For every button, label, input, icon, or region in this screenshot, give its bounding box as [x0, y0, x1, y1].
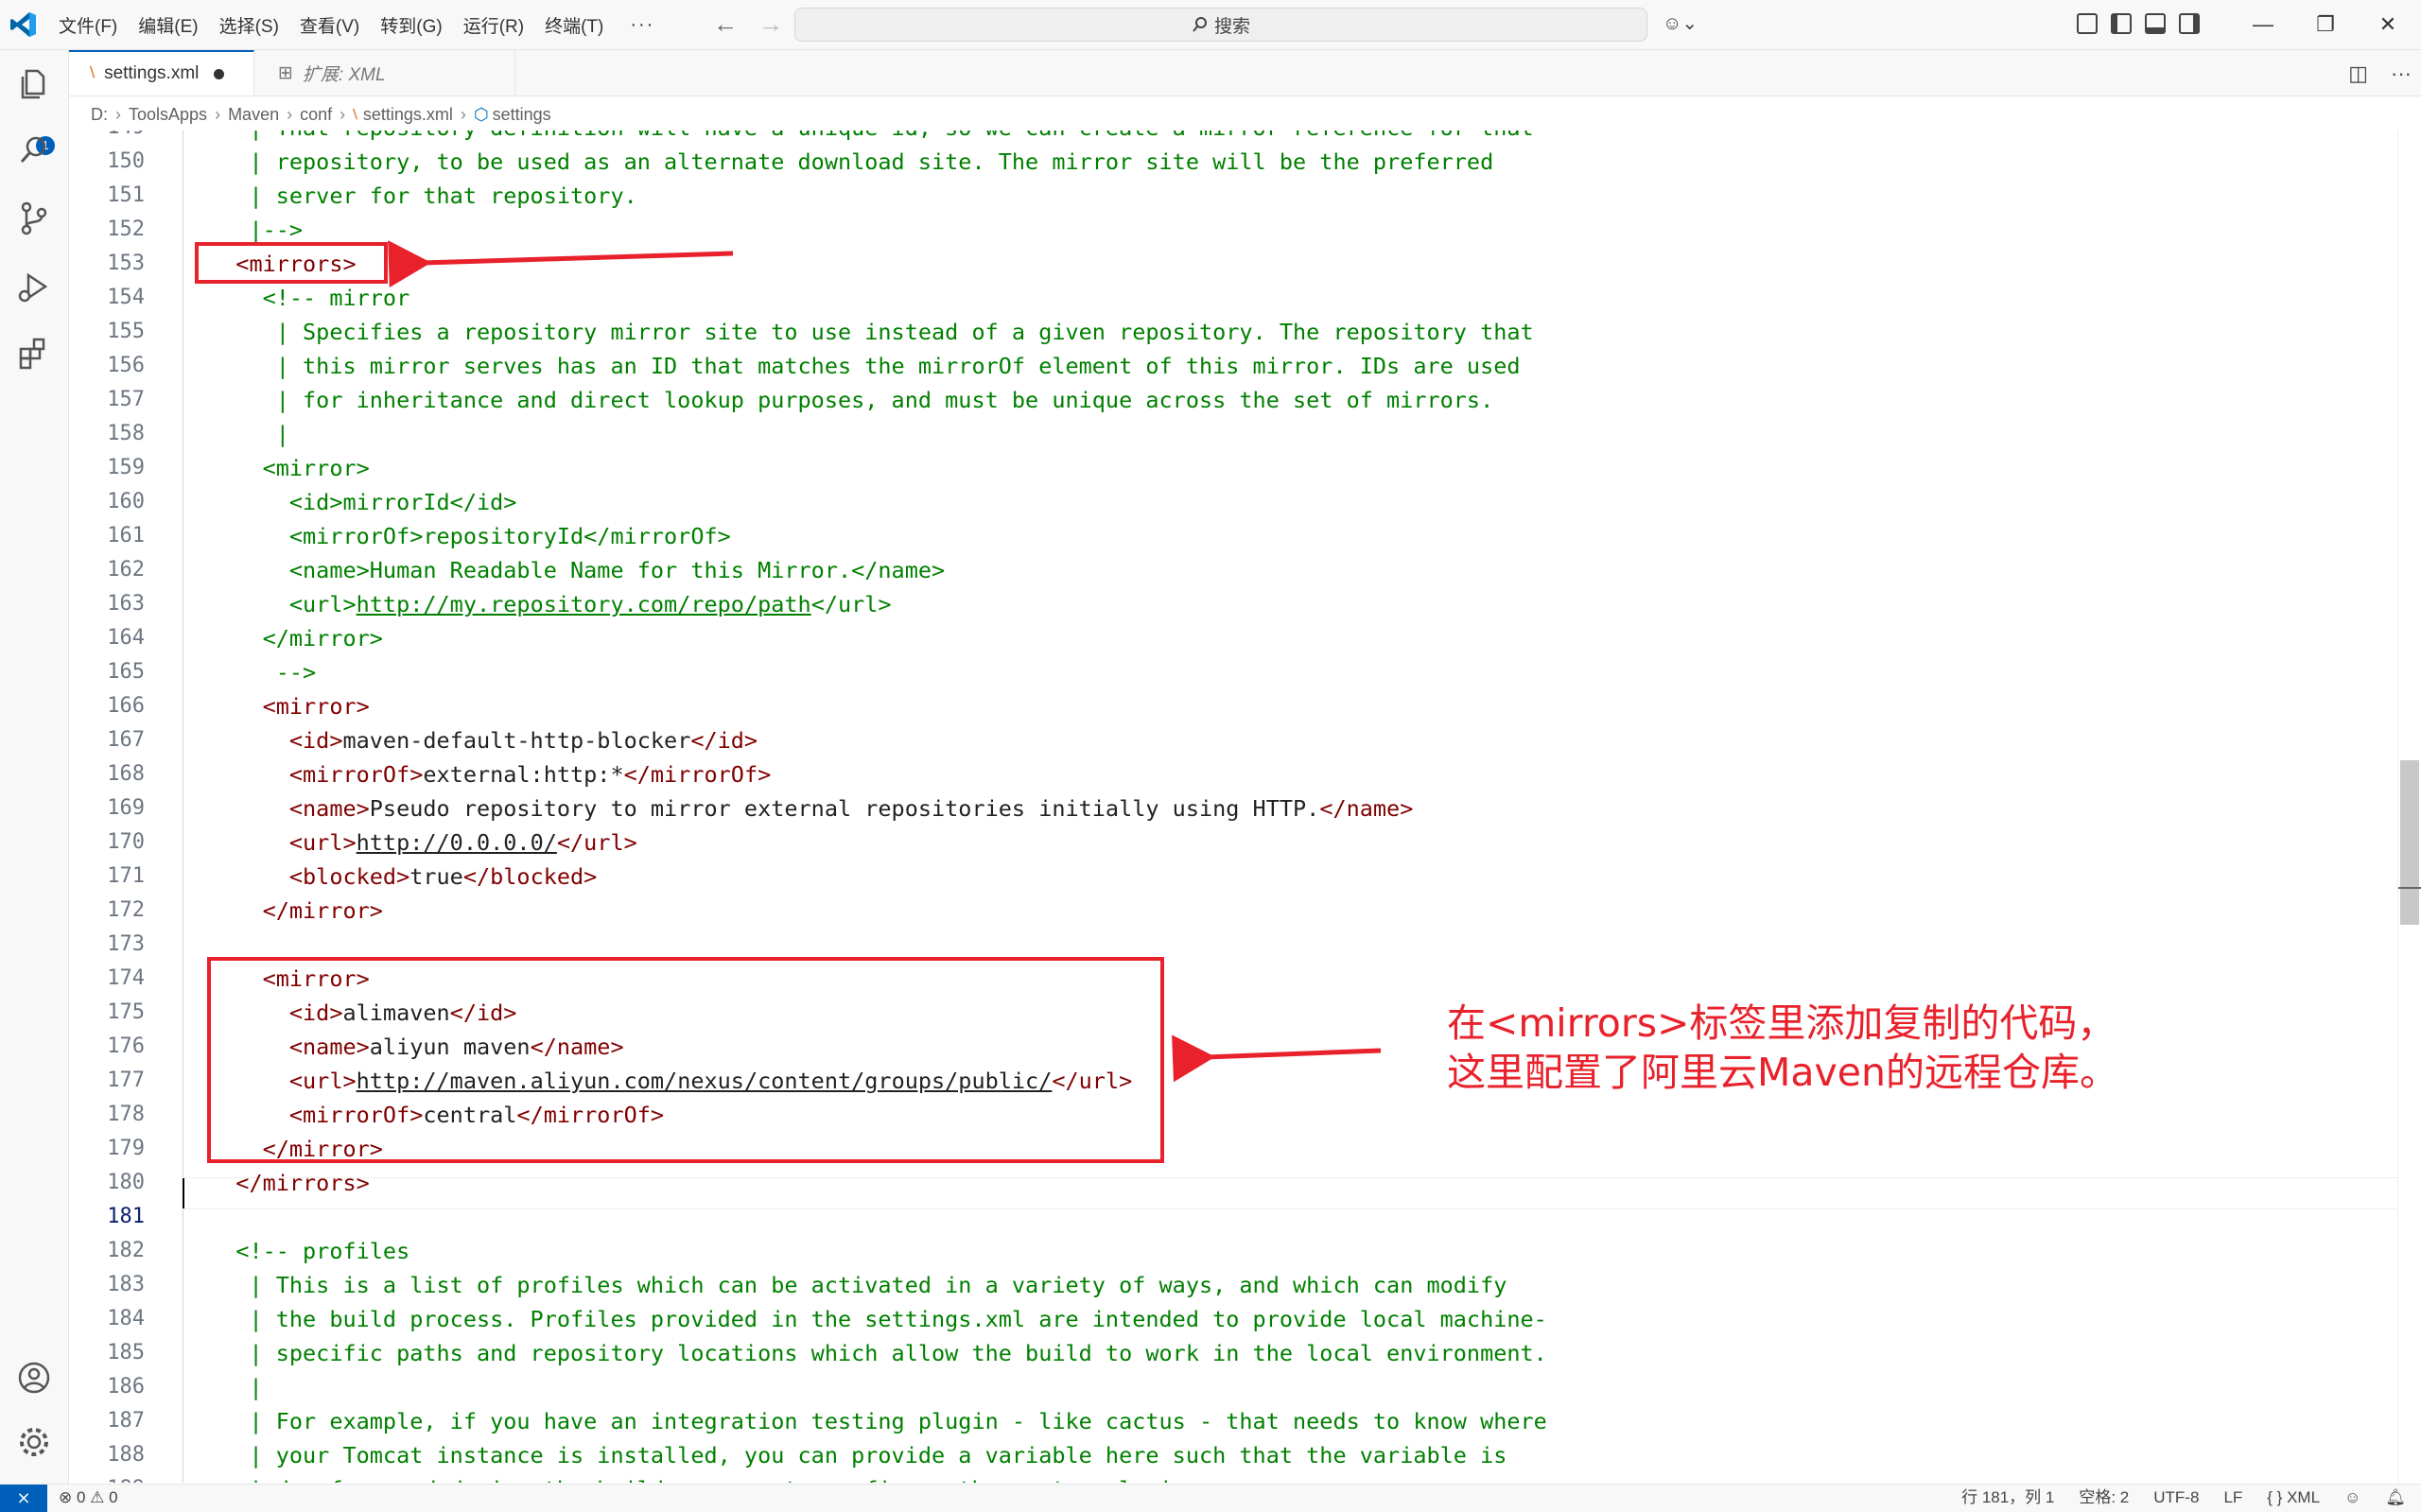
cursor-position[interactable]: 行 181，列 1: [1961, 1485, 2054, 1511]
line-ending[interactable]: LF: [2223, 1485, 2242, 1511]
remote-indicator-icon[interactable]: ⨯: [0, 1485, 47, 1512]
encoding[interactable]: UTF-8: [2153, 1485, 2199, 1511]
language-mode[interactable]: { } XML: [2267, 1485, 2320, 1511]
annotation-line-1: 在<mirrors>标签里添加复制的代码，: [1447, 1000, 2116, 1046]
annotation-line-2: 这里配置了阿里云Maven的远程仓库。: [1447, 1050, 2118, 1095]
status-right: 行 181，列 1 空格: 2 UTF-8 LF { } XML ☺ 🔔︎: [1961, 1485, 2406, 1511]
problems-indicator[interactable]: ⊗ 0 ⚠ 0: [59, 1485, 118, 1511]
copilot-status-icon[interactable]: ☺: [2344, 1485, 2360, 1511]
arrow-to-aliyun-mirror: [1172, 1034, 1382, 1083]
annotation-text: 在<mirrors>标签里添加复制的代码， 这里配置了阿里云Maven的远程仓库…: [1447, 999, 2118, 1097]
status-bar: ⨯ ⊗ 0 ⚠ 0 行 181，列 1 空格: 2 UTF-8 LF { } X…: [0, 1484, 2421, 1512]
notifications-bell-icon[interactable]: 🔔︎: [2385, 1485, 2406, 1511]
annotation-arrows: [388, 240, 1382, 1083]
indentation[interactable]: 空格: 2: [2079, 1485, 2129, 1511]
arrow-to-mirrors: [388, 240, 734, 288]
